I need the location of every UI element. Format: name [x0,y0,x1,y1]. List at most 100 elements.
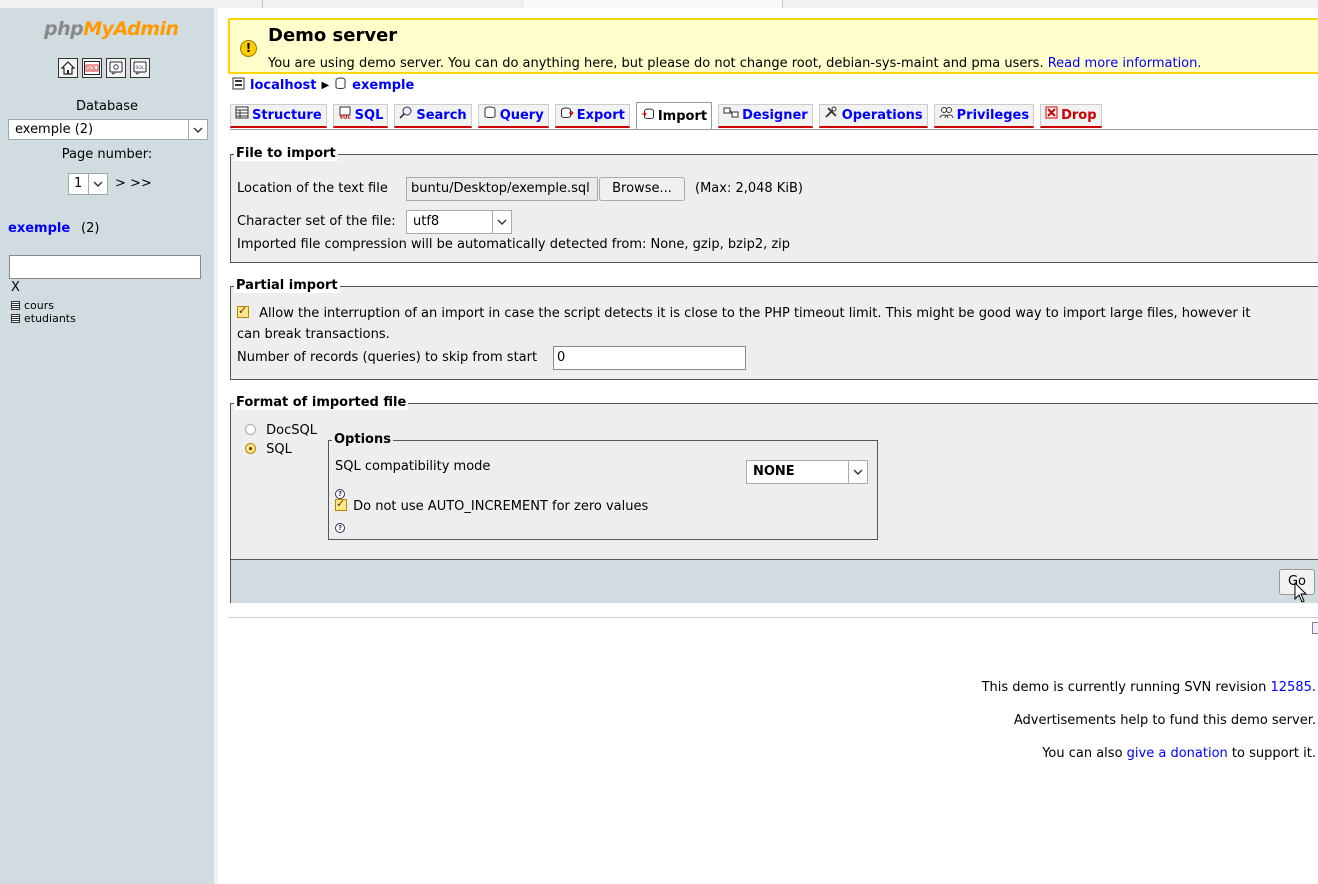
skip-records-input[interactable]: 0 [553,346,746,370]
file-path-input[interactable]: buntu/Desktop/exemple.sql [406,177,598,201]
page-next-links[interactable]: > >> [115,176,152,191]
sql-label[interactable]: SQL [266,442,292,457]
allow-interrupt-checkbox[interactable] [237,304,249,318]
docsql-radio[interactable] [245,424,256,435]
logo-text-php: php [44,18,84,40]
chevron-down-icon[interactable] [188,120,207,139]
tab-label: Search [416,107,467,123]
chevron-down-icon[interactable] [492,211,511,233]
privileges-icon [939,104,954,128]
max-size-note: (Max: 2,048 KiB) [695,181,803,196]
fieldset-legend: Options [332,432,393,447]
nav-icon-bar: SQL SQL [58,58,150,78]
logo-text-myadmin: MyAdmin [83,18,179,40]
operations-icon [824,104,839,128]
table-name[interactable]: cours [24,299,54,312]
browse-button[interactable]: Browse... [599,177,685,201]
compat-mode-select[interactable]: NONE [746,460,868,484]
browser-tab[interactable] [0,0,263,8]
documentation-icon[interactable] [106,58,126,78]
sql-options-fieldset: Options SQL compatibility mode NONE ? Do… [328,432,878,540]
tab-sql[interactable]: SQL SQL [332,104,389,128]
breadcrumb: localhost ▶ exemple [232,77,414,94]
table-icon[interactable] [11,314,20,323]
print-view-icon[interactable] [1312,622,1318,634]
tab-label: Drop [1061,107,1097,123]
home-icon[interactable] [58,58,78,78]
help-icon[interactable]: ? [335,519,345,534]
table-item-etudiants[interactable]: etudiants [11,312,76,325]
search-icon [399,104,413,128]
tab-query[interactable]: Query [477,104,549,128]
chevron-down-icon[interactable] [88,174,107,194]
allow-interrupt-row: Allow the interruption of an import in c… [237,304,1251,321]
charset-label: Character set of the file: [237,214,396,229]
export-icon [560,104,574,128]
tab-label: Privileges [956,107,1030,123]
database-tabs: Structure SQL SQL Search Query Export Im… [230,102,1102,130]
read-more-link[interactable]: Read more information. [1048,56,1202,71]
breadcrumb-server-link[interactable]: localhost [250,78,316,93]
compression-note: Imported file compression will be automa… [237,237,791,252]
database-table-count: (2) [81,221,100,236]
phpmyadmin-logo[interactable]: phpMyAdmin [44,18,179,40]
database-link-exemple[interactable]: exemple [8,221,70,236]
database-icon [334,77,347,94]
tab-designer[interactable]: Designer [718,104,813,128]
compat-mode-label: SQL compatibility mode [335,459,491,474]
no-auto-increment-label[interactable]: Do not use AUTO_INCREMENT for zero value… [353,499,648,514]
sql-query-window-icon[interactable]: SQL [82,58,102,78]
horizontal-divider [228,617,1318,618]
database-select[interactable]: exemple (2) [8,119,208,140]
no-auto-increment-checkbox[interactable] [335,497,347,511]
tab-import[interactable]: Import [635,102,713,130]
sql-documentation-icon[interactable]: SQL [130,58,150,78]
table-name[interactable]: etudiants [24,312,76,325]
tab-structure[interactable]: Structure [230,104,327,128]
svn-revision-note: This demo is currently running SVN revis… [982,680,1316,695]
tab-operations[interactable]: Operations [818,104,928,128]
svn-prefix: This demo is currently running SVN revis… [981,680,1267,695]
svg-text:SQL: SQL [87,66,97,72]
breadcrumb-database-link[interactable]: exemple [352,78,414,93]
svn-revision-link[interactable]: 12585 [1271,680,1312,695]
table-filter-input[interactable] [9,255,201,279]
skip-records-label: Number of records (queries) to skip from… [237,350,538,365]
docsql-label[interactable]: DocSQL [266,423,317,438]
tab-drop[interactable]: Drop [1040,104,1102,128]
navigation-frame: phpMyAdmin SQL SQL Database exemple (2) … [0,8,214,884]
allow-interrupt-label[interactable]: Allow the interruption of an import in c… [259,306,1250,321]
structure-icon [235,104,249,128]
tab-export[interactable]: Export [554,104,630,128]
donation-link[interactable]: give a donation [1127,746,1228,761]
tab-divider [230,129,1318,130]
partial-import-fieldset: Partial import Allow the interruption of… [230,278,1318,380]
tab-label: SQL [354,107,384,123]
table-icon[interactable] [11,301,20,310]
compat-mode-value: NONE [753,464,795,479]
charset-select[interactable]: utf8 [406,210,512,234]
tab-privileges[interactable]: Privileges [933,104,1035,128]
fieldset-legend: Format of imported file [234,395,409,410]
page-number-select[interactable]: 1 [68,173,108,195]
format-option-docsql[interactable]: DocSQL [245,423,317,438]
no-auto-increment-row: Do not use AUTO_INCREMENT for zero value… [335,497,648,514]
browser-tab[interactable] [262,0,525,8]
fieldset-legend: Partial import [234,278,340,293]
sql-radio[interactable] [245,443,256,454]
clear-filter-button[interactable]: X [11,280,20,295]
go-button-bar: Go [231,559,1318,603]
sql-icon: SQL [338,104,352,128]
chevron-down-icon[interactable] [848,461,867,483]
browser-tab[interactable] [524,0,783,8]
format-option-sql[interactable]: SQL [245,442,292,457]
charset-select-value: utf8 [413,214,440,229]
notice-message-text: You are using demo server. You can do an… [268,56,1044,71]
drop-icon [1045,104,1058,128]
breadcrumb-separator-icon: ▶ [321,80,330,91]
donate-prefix: You can also [1042,746,1123,761]
format-fieldset: Format of imported file DocSQL SQL Optio… [230,395,1318,603]
tab-search[interactable]: Search [394,104,472,128]
table-item-cours[interactable]: cours [11,299,76,312]
page-number-value: 1 [74,176,83,191]
